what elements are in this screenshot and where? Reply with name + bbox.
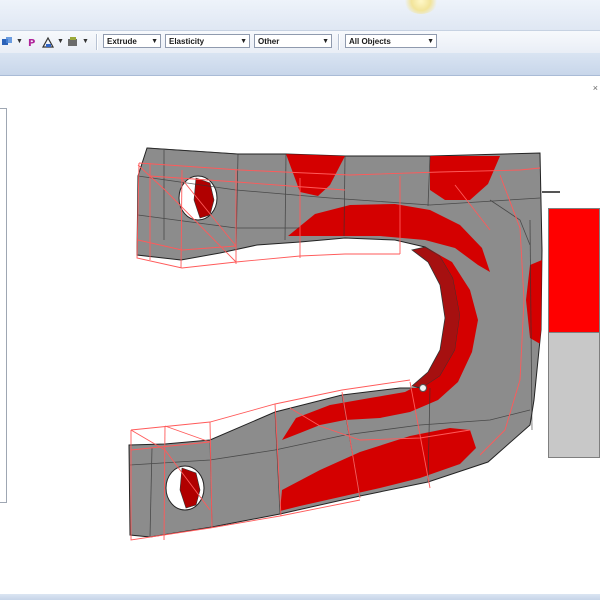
- legend-color-high: [549, 209, 599, 333]
- mouse-cursor: [419, 384, 427, 392]
- color-legend: [548, 208, 600, 458]
- status-bar: [0, 594, 600, 600]
- 3d-viewport[interactable]: [0, 0, 600, 600]
- legend-color-low: [549, 333, 599, 457]
